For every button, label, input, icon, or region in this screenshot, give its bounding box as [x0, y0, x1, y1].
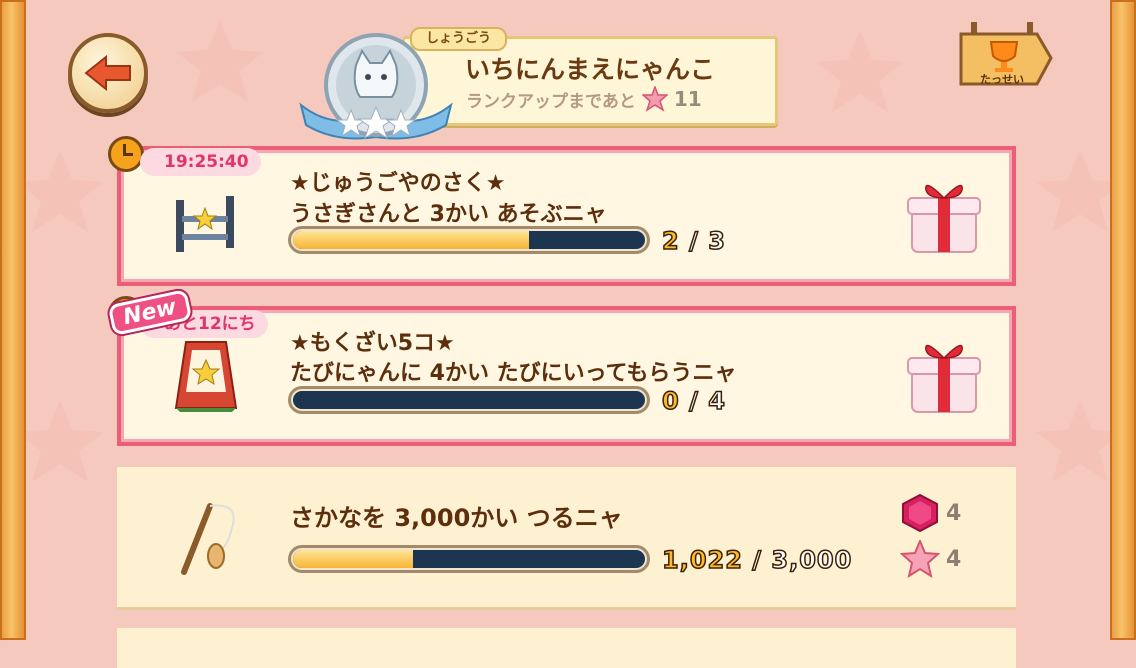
progress-separator: / [752, 545, 763, 575]
mission-title: ★じゅうごやのさく★ [290, 171, 506, 196]
pink-star-icon [900, 540, 940, 578]
progress-current: 2 [661, 226, 680, 256]
fence-gate-icon [176, 196, 234, 252]
progress-count: 1,022 / 3,000 [661, 545, 853, 575]
gift-box-icon[interactable] [906, 336, 982, 416]
reward-star-amount: 4 [946, 546, 962, 572]
progress-count: 2 / 3 [661, 226, 726, 256]
mission-description: うさぎさんと 3かい あそぶニャ [290, 202, 607, 227]
rank-up-count: 11 [673, 87, 702, 111]
mission-card[interactable] [117, 628, 1016, 668]
clock-icon [108, 136, 144, 172]
mission-timer: 19:25:40 [140, 148, 261, 176]
mission-card[interactable] [117, 467, 1016, 607]
reward-gem-amount: 4 [946, 500, 962, 526]
progress-fill [293, 550, 413, 568]
achievements-label: たっせい [980, 73, 1024, 86]
progress-current: 1,022 [661, 545, 743, 575]
wooden-sign-icon [174, 341, 238, 412]
progress-total: 3 [707, 226, 726, 256]
progress-fill [293, 231, 529, 249]
left-frame [0, 0, 26, 640]
pink-star-icon [641, 86, 668, 112]
progress-bar [288, 386, 650, 414]
rank-up-label: ランクアップまであと [466, 91, 636, 112]
progress-separator: / [688, 386, 699, 416]
mission-description: たびにゃんに 4かい たびにいってもらうニャ [290, 361, 737, 386]
gift-box-icon[interactable] [906, 176, 982, 256]
reward-star: 4 [900, 540, 961, 578]
progress-bar [288, 545, 650, 573]
progress-separator: / [688, 226, 699, 256]
mission-title: ★もくざい5コ★ [290, 331, 455, 356]
progress-total: 3,000 [771, 545, 853, 575]
progress-current: 0 [661, 386, 680, 416]
fishing-rod-icon [181, 503, 235, 575]
reward-gem: 4 [900, 494, 961, 532]
mission-title: さかなを 3,000かい つるニャ [290, 504, 623, 532]
rank-title: いちにんまえにゃんこ [464, 55, 715, 84]
right-frame [1110, 0, 1136, 640]
progress-count: 0 / 4 [661, 386, 726, 416]
back-arrow-icon [84, 55, 131, 91]
back-button[interactable] [68, 33, 148, 113]
rank-up-info: ランクアップまであと 11 [466, 86, 702, 112]
ruby-gem-icon [902, 494, 938, 532]
progress-bar [288, 226, 650, 254]
progress-total: 4 [707, 386, 726, 416]
cat-medal-icon [299, 33, 453, 140]
